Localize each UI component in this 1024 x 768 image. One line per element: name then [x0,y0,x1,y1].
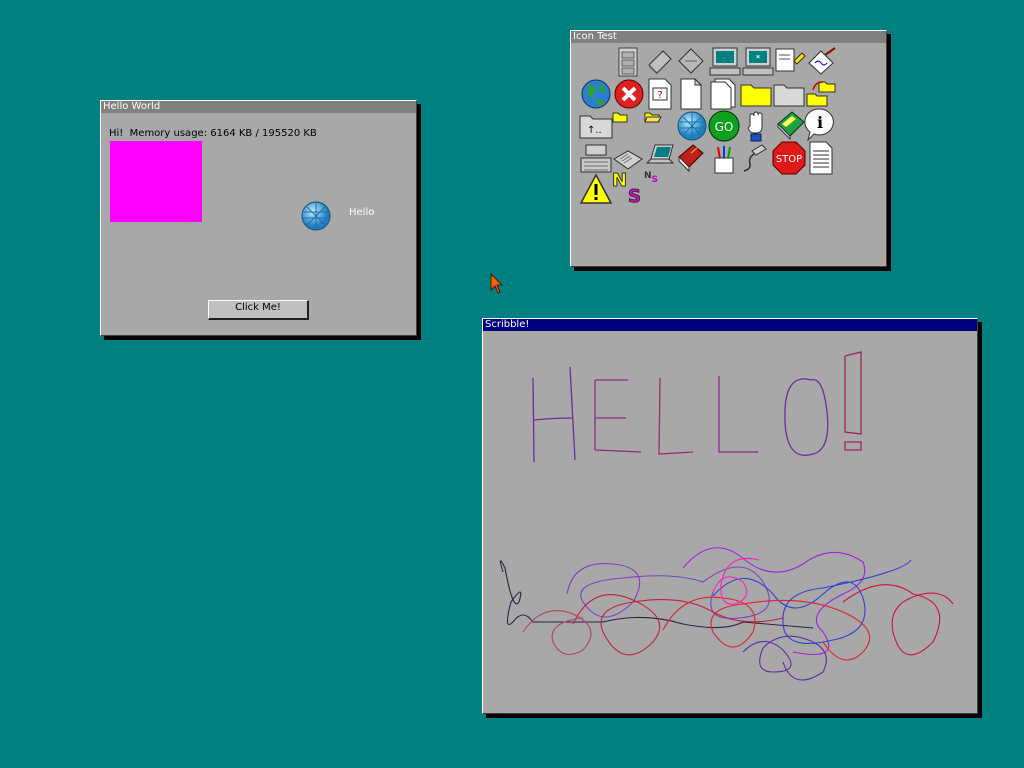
folder-icon[interactable] [740,81,772,107]
folder-gray-icon[interactable] [773,81,805,107]
scribble-dark-purple [742,635,827,681]
mouse-cursor-icon [490,273,504,294]
documents-icon[interactable] [709,78,737,110]
scribble-titlebar[interactable]: Scribble! [483,319,977,331]
stroke-l1 [658,377,694,455]
document-icon[interactable] [679,78,703,110]
go-icon[interactable]: GO [708,110,740,142]
window-title: Icon Test [573,31,617,42]
ns-sub: S [651,175,659,185]
svg-text:↑..: ↑.. [587,125,602,136]
open-folder-icon[interactable] [644,111,662,123]
south-text: S [628,186,642,208]
memory-usage-text: Hi! Memory usage: 6164 KB / 195520 KB [109,128,317,139]
warning-icon[interactable] [579,173,613,205]
edit-document-icon[interactable] [807,47,837,75]
hello-world-titlebar[interactable]: Hello World [101,101,416,113]
stroke-e1 [594,379,642,453]
keyboard-icon[interactable] [580,144,612,174]
scribble-red-2 [662,596,871,661]
edit-document-icon[interactable] [774,47,806,75]
south-icon[interactable]: S [628,186,642,208]
window-title: Hello World [103,101,161,112]
go-text: GO [715,120,734,134]
north-text: N [611,170,628,192]
info-text: i [817,113,823,132]
ns-text: N [644,171,652,181]
scribble-crimson [842,584,954,656]
up-folder-icon[interactable]: ↑.. [579,113,613,139]
laptop-icon[interactable] [645,143,677,173]
book-icon[interactable] [774,110,806,140]
globe-icon[interactable] [676,110,708,142]
north-icon[interactable]: N [611,170,628,192]
text-document-icon[interactable] [808,141,834,175]
scribble-purple-1 [566,563,770,620]
icon-test-titlebar[interactable]: Icon Test [571,31,886,43]
file-cabinet-icon[interactable] [617,47,639,77]
hand-icon[interactable] [744,110,768,142]
scribble-mauve [522,610,592,656]
magenta-swatch [110,141,202,222]
scribble-window[interactable]: Scribble! [482,318,978,714]
svg-text:?: ? [657,90,662,101]
svg-text:*: * [756,54,761,64]
globe-icon[interactable] [300,200,332,232]
plug-icon[interactable] [740,143,768,173]
scribble-canvas[interactable] [483,332,977,713]
pencil-cup-icon[interactable] [712,145,736,175]
small-folder-icon[interactable] [612,111,628,123]
error-icon[interactable] [613,78,645,110]
hello-world-window[interactable]: Hello World Hi! Memory usage: 6164 KB / … [100,100,417,336]
help-file-icon[interactable]: ? [647,78,673,110]
stop-text: STOP [776,154,802,165]
stroke-h [532,366,576,463]
info-icon[interactable]: i [804,108,836,142]
click-me-button[interactable]: Click Me! [208,300,309,320]
computer-icon[interactable]: * [742,47,774,77]
computer-icon[interactable] [709,47,741,77]
north-south-icon[interactable]: NS [644,171,658,185]
scribble-blue [712,559,912,644]
window-title: Scribble! [485,319,530,330]
chip-icon[interactable] [677,47,705,75]
stroke-exclaim [844,351,862,451]
stroke-o [784,378,829,456]
globe-icon[interactable] [580,78,612,110]
chip-icon[interactable] [645,47,673,75]
folder-move-icon[interactable] [805,78,837,108]
hello-label: Hello [349,207,375,218]
book-icon[interactable] [677,143,705,173]
stop-icon[interactable]: STOP [772,141,806,175]
icon-test-window[interactable]: Icon Test * ? ↑.. GO i STOP N S NS [570,30,887,267]
stroke-l2 [718,376,758,453]
